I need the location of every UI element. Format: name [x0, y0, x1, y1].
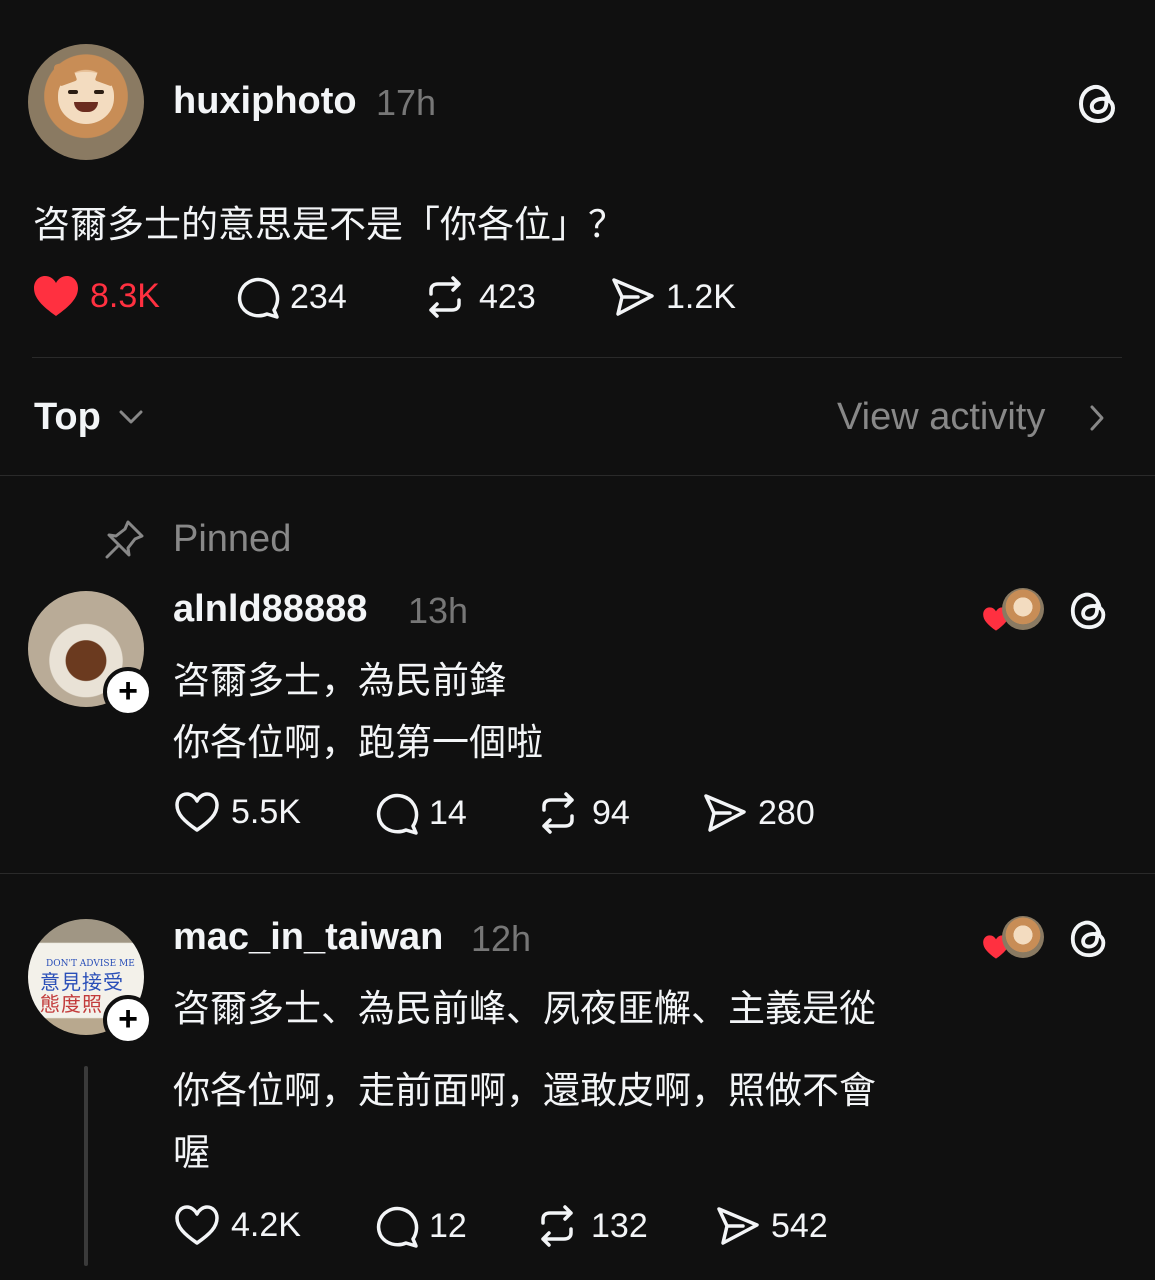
pinned-label: Pinned: [173, 518, 292, 560]
repost-button[interactable]: 423: [421, 274, 536, 320]
like-button[interactable]: 8.3K: [32, 274, 160, 318]
repost-button[interactable]: 132: [533, 1203, 648, 1249]
share-count: 280: [758, 793, 815, 832]
repost-icon: [542, 792, 574, 834]
reply-text-line: 咨爾多士、為民前峰、夙夜匪懈、主義是從: [173, 987, 876, 1030]
reply-username[interactable]: alnld88888: [173, 588, 367, 631]
like-count: 8.3K: [90, 276, 160, 315]
post-time: 17h: [376, 82, 437, 123]
share-button[interactable]: 280: [702, 790, 815, 836]
like-count: 4.2K: [231, 1205, 301, 1244]
reply-text-line: 你各位啊，跑第一個啦: [173, 721, 543, 764]
repost-count: 423: [479, 277, 536, 316]
reply-text-line: 咨爾多士，為民前鋒: [173, 659, 506, 702]
post-text: 咨爾多士的意思是不是「你各位」？: [33, 203, 625, 246]
threads-logo-icon[interactable]: [1076, 80, 1122, 126]
author-mini-avatar: [1002, 588, 1044, 630]
chevron-down-icon[interactable]: [118, 408, 144, 426]
reply-count: 12: [429, 1206, 467, 1245]
view-activity-link[interactable]: View activity: [837, 396, 1045, 439]
share-button[interactable]: 1.2K: [610, 274, 736, 320]
threads-logo-icon[interactable]: [1068, 916, 1112, 960]
dog-mouth: [74, 102, 98, 112]
reply-button[interactable]: 14: [373, 790, 467, 836]
send-icon: [717, 1207, 759, 1245]
avatar-sign-line: 意見接受: [40, 970, 124, 994]
pin-icon: [105, 520, 144, 559]
thread-connector-line: [84, 1066, 88, 1266]
threads-post-page: huxiphoto 17h 咨爾多士的意思是不是「你各位」？ 8.3K 234 …: [0, 0, 1155, 1280]
dog-ear-right: [94, 59, 120, 87]
reply-count: 14: [429, 793, 467, 832]
heart-filled-icon: [34, 276, 78, 316]
comment-bubble-icon: [376, 793, 419, 835]
repost-count: 132: [591, 1206, 648, 1245]
repost-button[interactable]: 94: [534, 790, 630, 836]
follow-plus-button[interactable]: +: [103, 667, 153, 717]
share-count: 542: [771, 1206, 828, 1245]
sort-dropdown[interactable]: Top: [34, 396, 101, 439]
repost-icon: [429, 276, 461, 318]
like-count: 5.5K: [231, 792, 301, 831]
dog-face-image: [52, 59, 120, 124]
comment-bubble-icon: [237, 277, 280, 319]
reply-username[interactable]: mac_in_taiwan: [173, 916, 443, 959]
reply-button[interactable]: 234: [234, 274, 347, 320]
repost-icon: [541, 1205, 573, 1247]
post-author-avatar[interactable]: [28, 44, 144, 160]
dog-ear-left: [52, 59, 78, 87]
send-icon: [612, 278, 654, 316]
reply-text-line: 你各位啊，走前面啊，還敢皮啊，照做不會: [173, 1069, 876, 1112]
dog-eye-left: [68, 90, 78, 94]
share-count: 1.2K: [666, 277, 736, 316]
chevron-right-icon[interactable]: [1088, 404, 1106, 432]
repost-count: 94: [592, 793, 630, 832]
share-button[interactable]: 542: [715, 1203, 828, 1249]
comment-bubble-icon: [376, 1206, 419, 1248]
reply-time: 13h: [408, 590, 469, 631]
like-button[interactable]: 5.5K: [173, 790, 301, 834]
heart-outline-icon: [175, 1205, 219, 1245]
reply-time: 12h: [471, 918, 532, 959]
reply-text-line: 喔: [173, 1131, 210, 1174]
like-button[interactable]: 4.2K: [173, 1203, 301, 1247]
section-divider: [0, 475, 1155, 476]
divider: [32, 357, 1122, 358]
reply-divider: [0, 873, 1155, 874]
send-icon: [704, 794, 746, 832]
heart-outline-icon: [175, 792, 219, 832]
reply-count: 234: [290, 277, 347, 316]
post-username[interactable]: huxiphoto: [173, 80, 357, 123]
dog-eye-right: [94, 90, 104, 94]
sort-label: Top: [34, 396, 101, 438]
reply-button[interactable]: 12: [373, 1203, 467, 1249]
author-mini-avatar: [1002, 916, 1044, 958]
threads-logo-icon[interactable]: [1068, 588, 1112, 632]
follow-plus-button[interactable]: +: [103, 995, 153, 1045]
avatar-sign-small-text: DON'T ADVISE ME: [46, 959, 135, 969]
